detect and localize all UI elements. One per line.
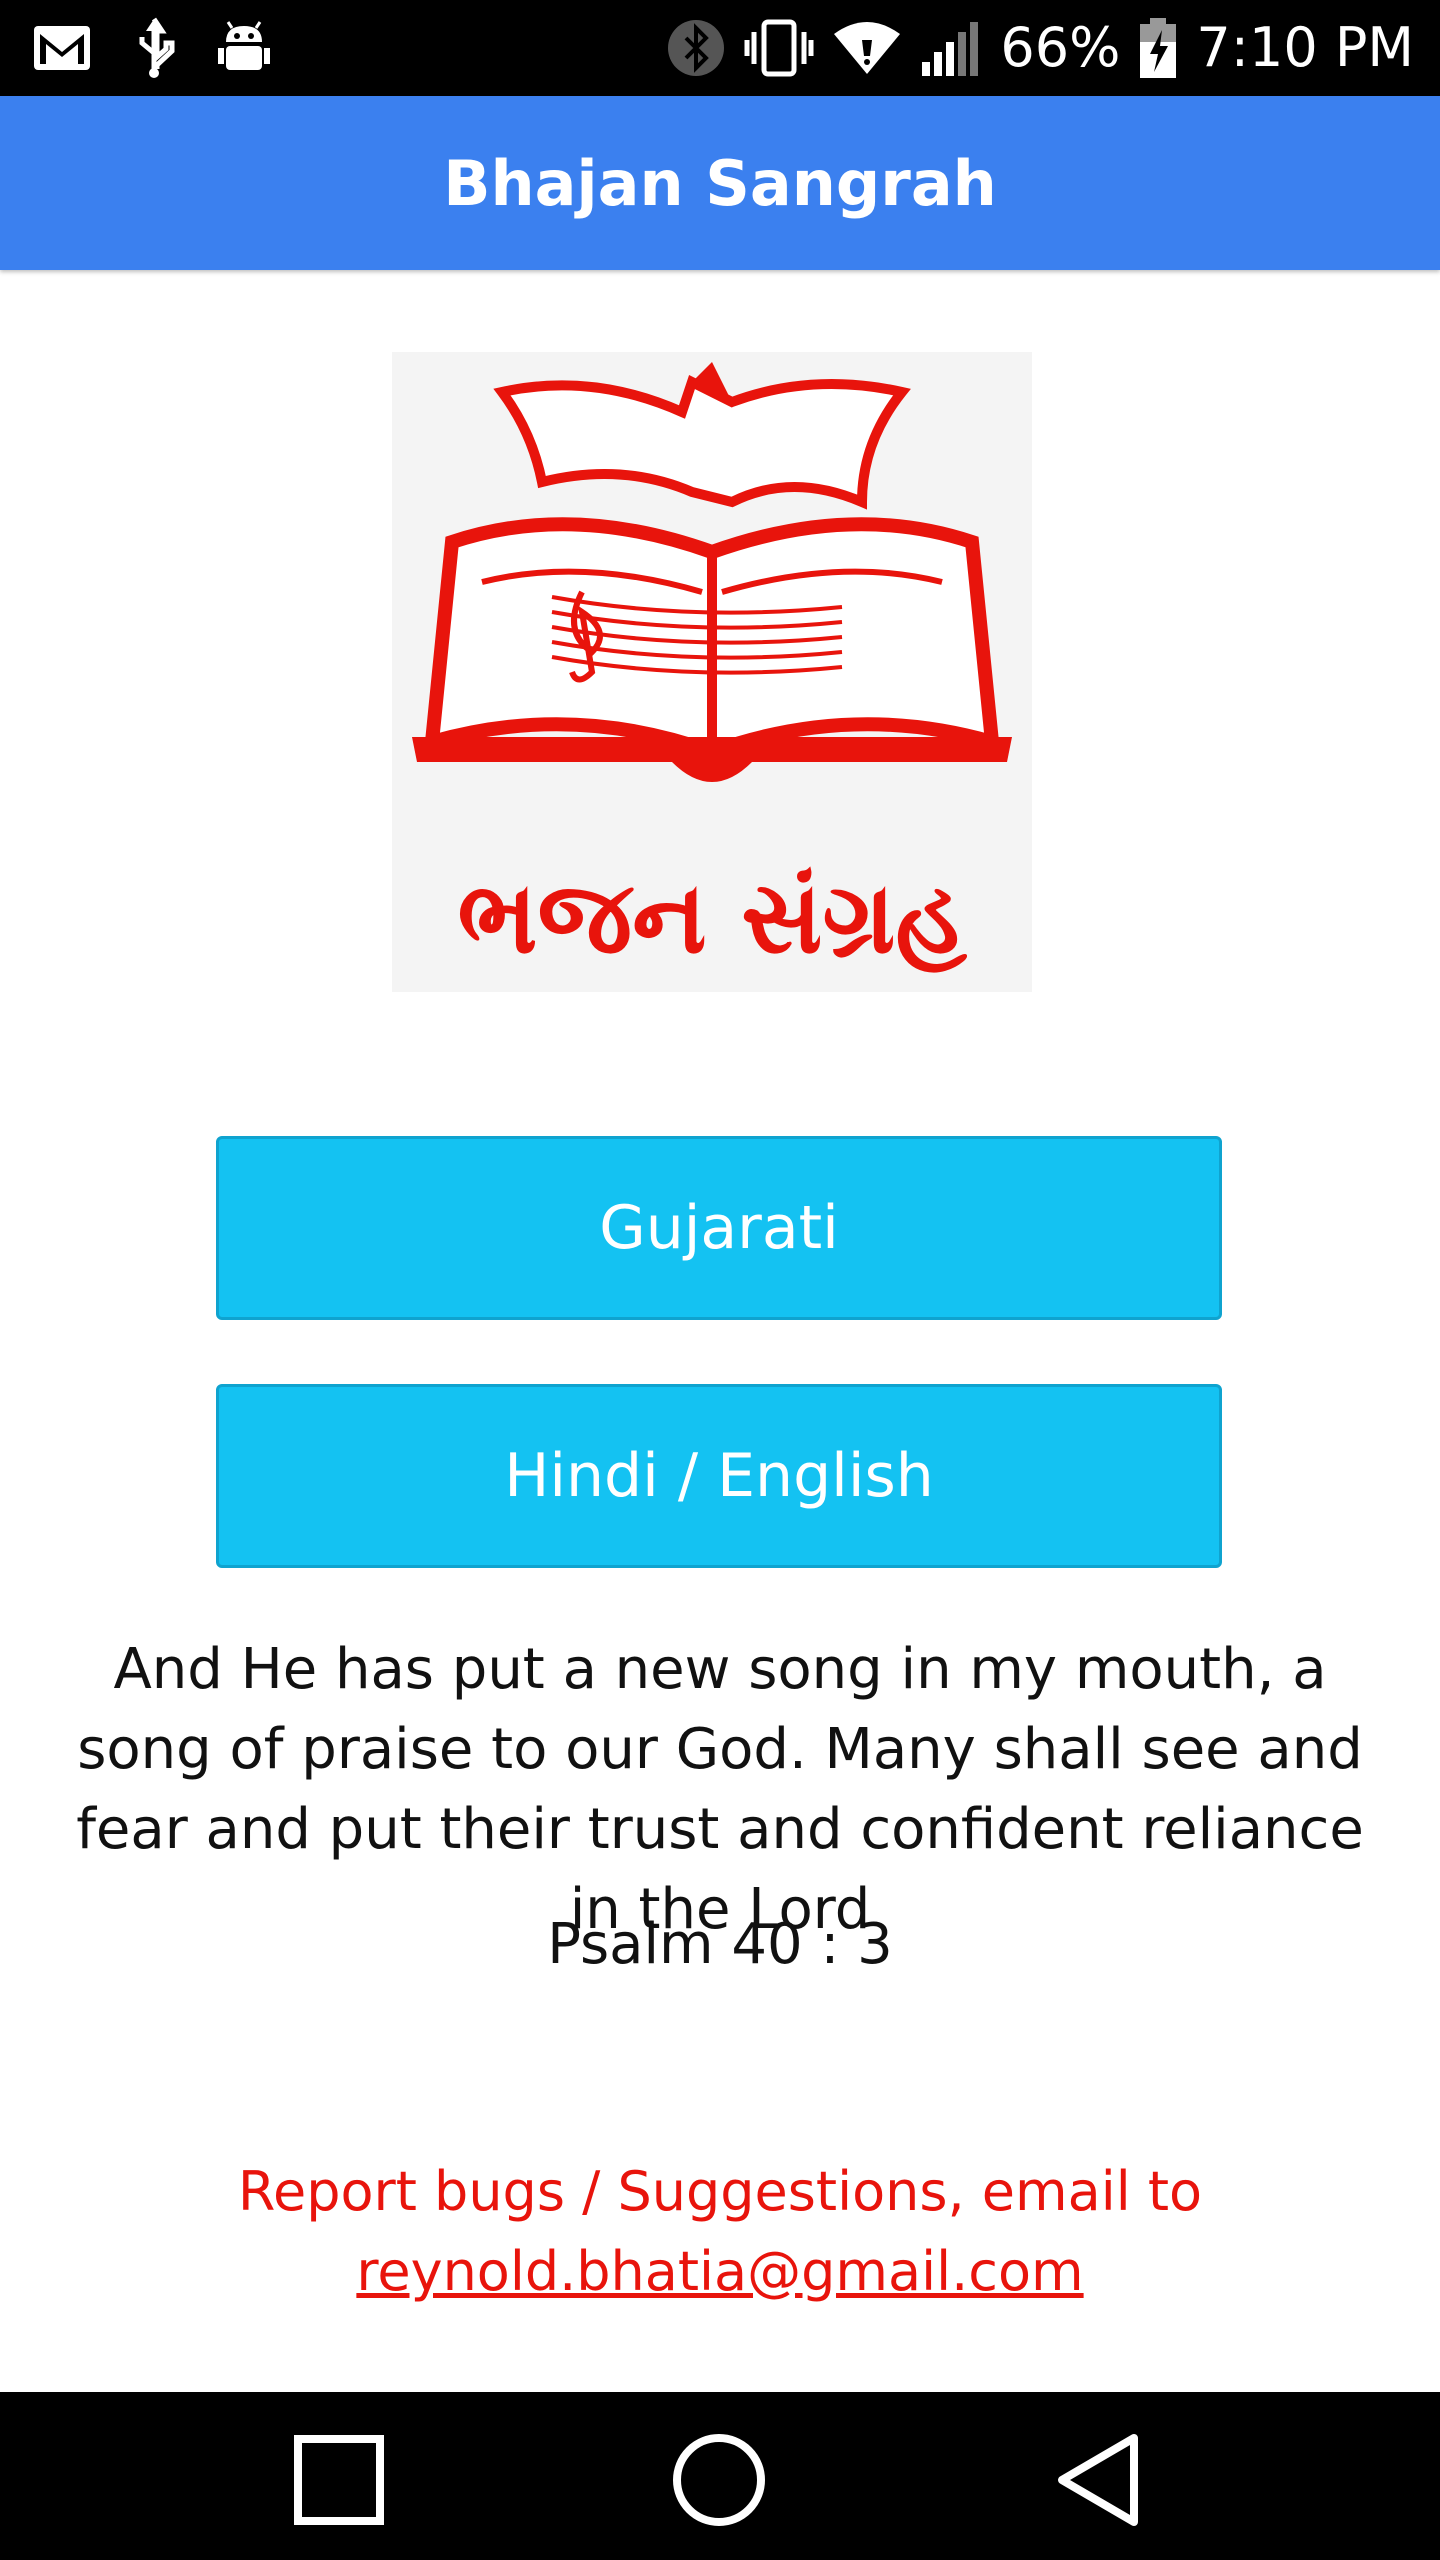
battery-charging-icon: [1138, 16, 1178, 80]
logo-text: ભજન સંગ્રહ: [457, 859, 967, 976]
vibrate-icon: [744, 18, 814, 78]
verse-reference: Psalm 40 : 3: [547, 1912, 893, 1977]
verse-text: And He has put a new song in my mouth, a…: [76, 1637, 1364, 1942]
signal-icon: [920, 18, 982, 78]
report-section: Report bugs / Suggestions, email to reyn…: [0, 2152, 1440, 2312]
app-bar: Bhajan Sangrah: [0, 96, 1440, 270]
battery-percent: 66%: [1000, 16, 1121, 79]
gujarati-button-label: Gujarati: [599, 1193, 839, 1263]
wifi-icon: [832, 18, 902, 78]
recents-icon[interactable]: [284, 2430, 394, 2530]
gmail-icon: [32, 24, 92, 72]
gujarati-button[interactable]: Gujarati: [216, 1136, 1222, 1320]
status-bar: 66% 7:10 PM: [0, 0, 1440, 96]
email-link[interactable]: reynold.bhatia@gmail.com: [356, 2240, 1083, 2303]
usb-icon: [132, 17, 176, 79]
bluetooth-icon: [666, 18, 726, 78]
hindi-english-button-label: Hindi / English: [504, 1441, 934, 1511]
clock: 7:10 PM: [1196, 16, 1414, 79]
app-title: Bhajan Sangrah: [443, 146, 997, 220]
android-debug-icon: [216, 20, 272, 76]
hindi-english-button[interactable]: Hindi / English: [216, 1384, 1222, 1568]
home-icon[interactable]: [664, 2430, 774, 2530]
back-icon[interactable]: [1044, 2430, 1154, 2530]
report-text: Report bugs / Suggestions, email to: [237, 2160, 1203, 2223]
navigation-bar: [0, 2392, 1440, 2560]
app-logo: ભજન સંગ્રહ: [392, 352, 1032, 992]
